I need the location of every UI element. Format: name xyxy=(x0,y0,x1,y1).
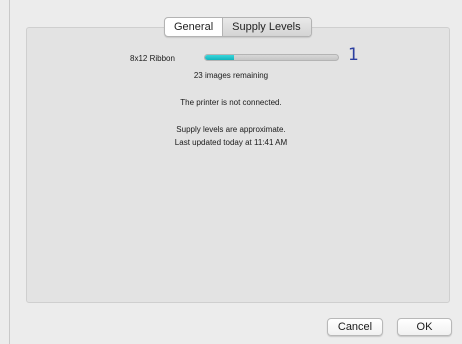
cancel-button[interactable]: Cancel xyxy=(327,318,383,336)
last-updated: Last updated today at 11:41 AM xyxy=(174,138,288,147)
window-edge xyxy=(9,0,10,344)
ok-button[interactable]: OK xyxy=(397,318,452,336)
tab-supply-levels[interactable]: Supply Levels xyxy=(222,18,311,36)
supply-row: 8x12 Ribbon 1 xyxy=(130,45,359,66)
dialog-buttons: Cancel OK xyxy=(327,318,452,336)
tab-general[interactable]: General xyxy=(165,18,222,36)
tab-bar: General Supply Levels xyxy=(164,17,312,37)
supply-panel xyxy=(26,27,450,303)
approximate-note: Supply levels are approximate. xyxy=(176,125,286,134)
supply-level-fill xyxy=(205,55,235,60)
supply-marker: 1 xyxy=(348,45,359,65)
connection-status: The printer is not connected. xyxy=(180,98,282,107)
supply-name: 8x12 Ribbon xyxy=(130,53,175,63)
images-remaining: 23 images remaining xyxy=(193,71,269,80)
supply-level-bar xyxy=(204,54,339,61)
